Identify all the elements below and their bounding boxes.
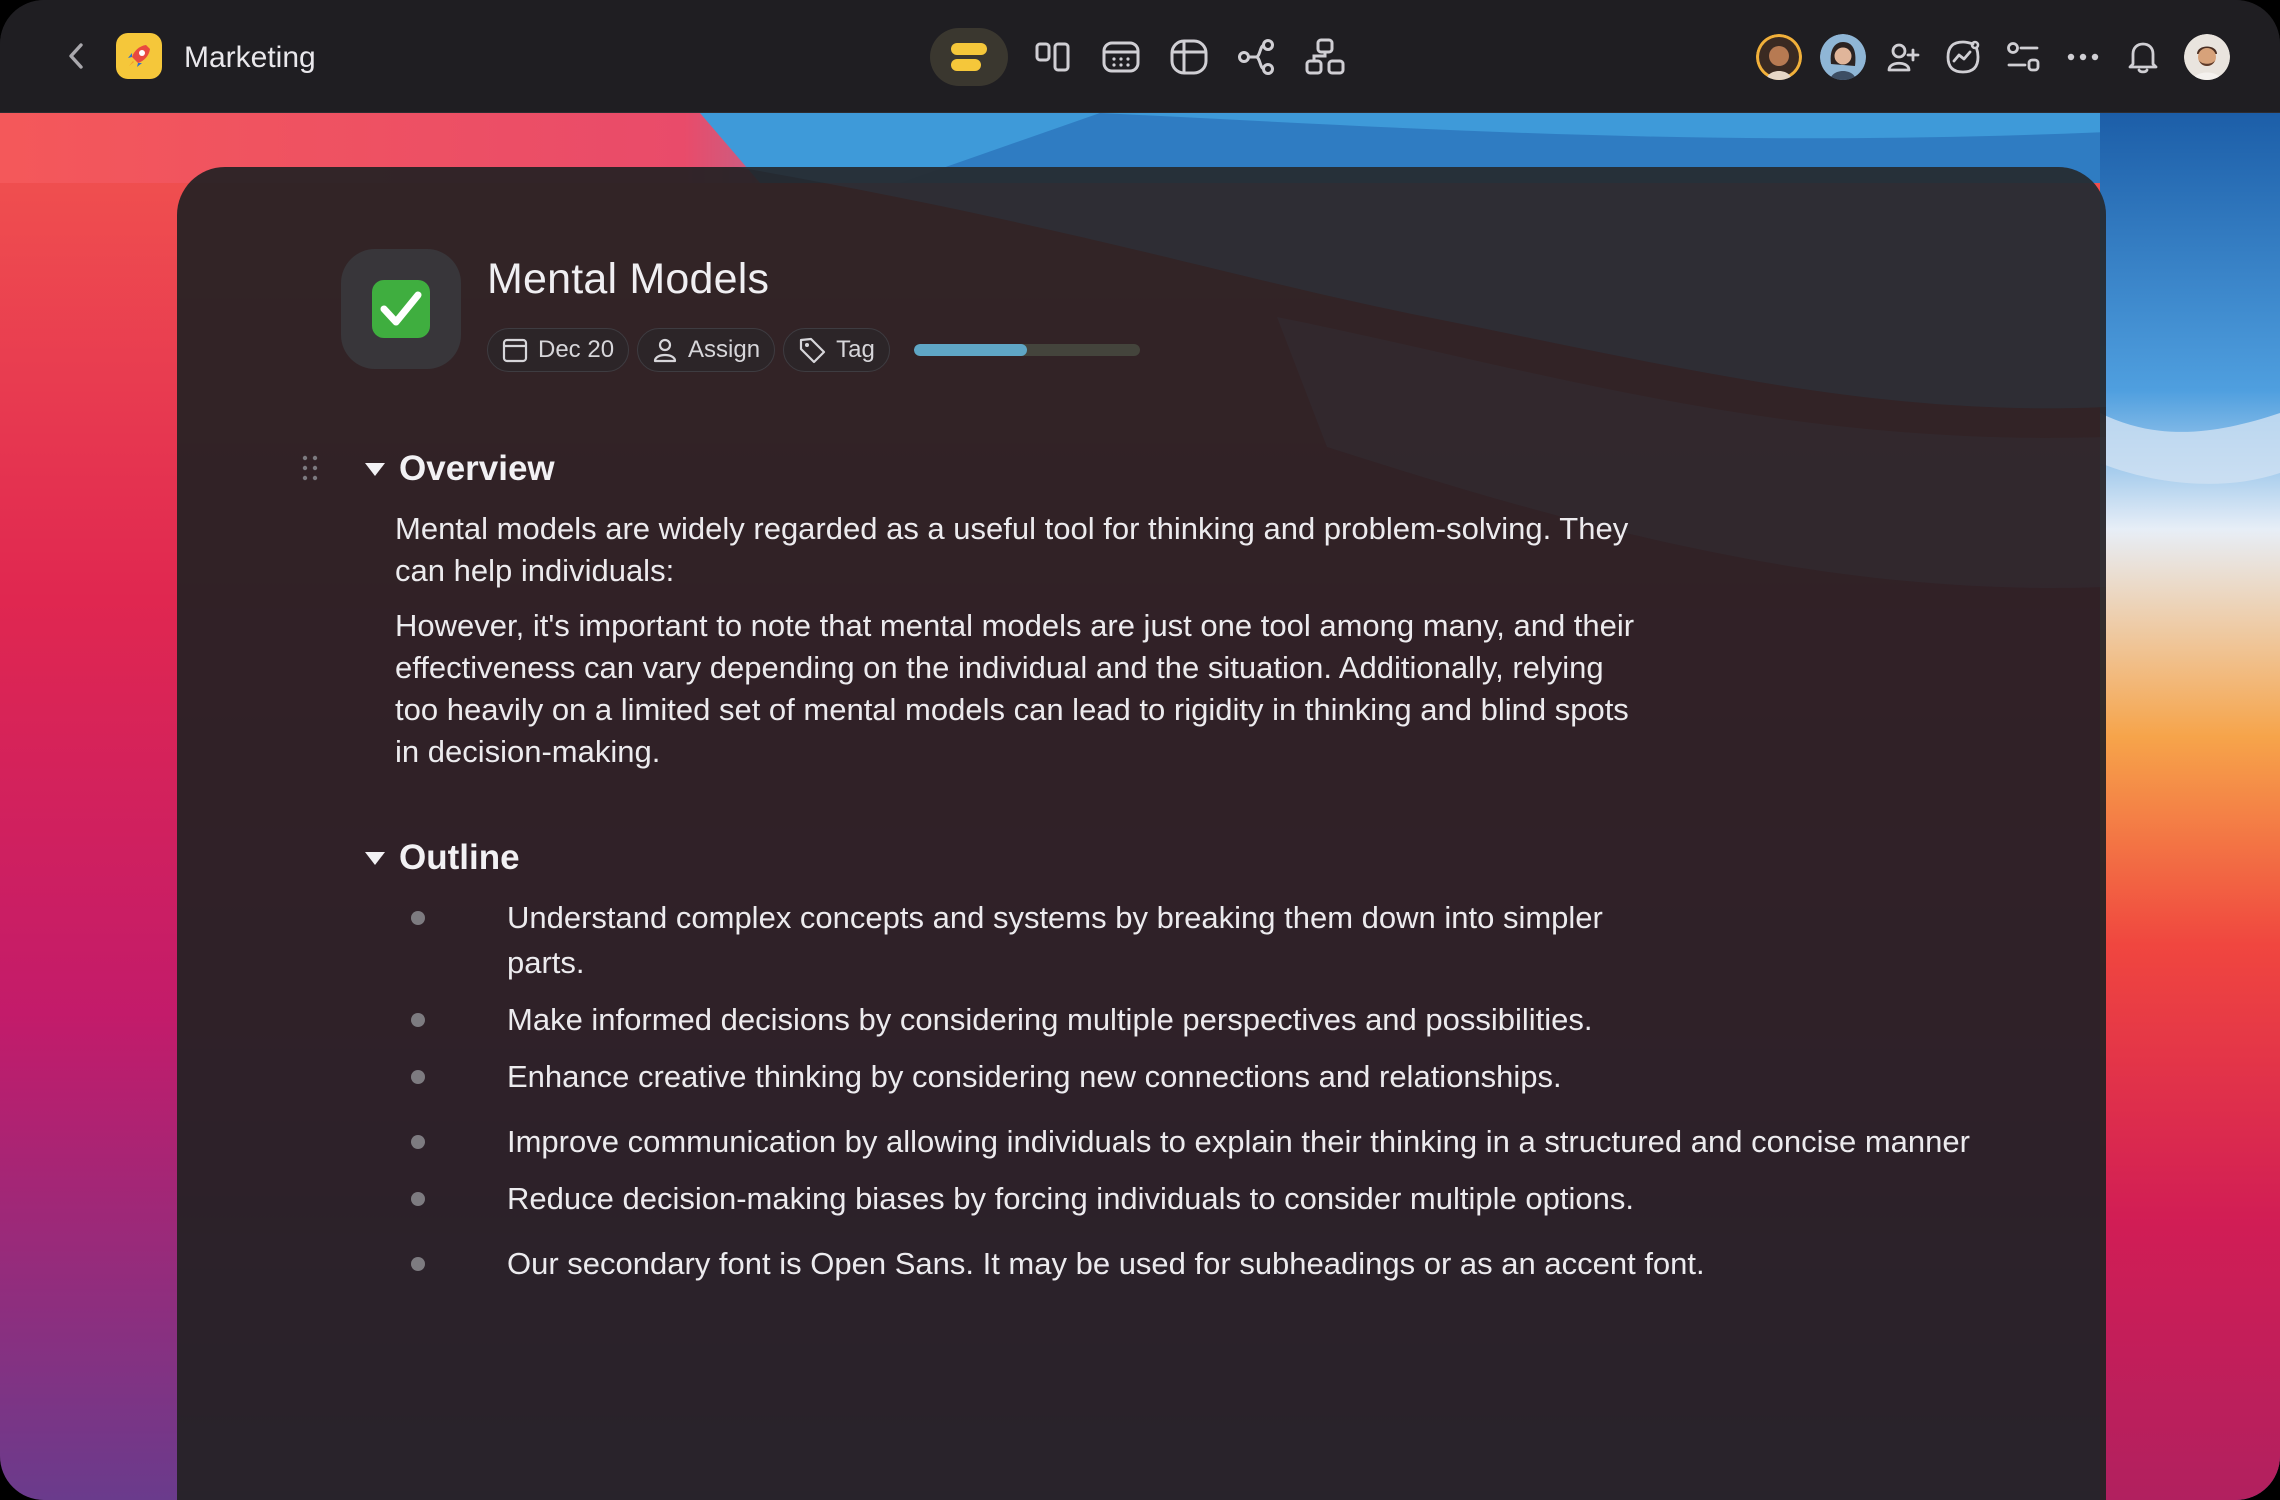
notification-bell-icon	[2128, 42, 2158, 74]
table-view-button[interactable]	[1158, 28, 1220, 86]
list-item[interactable]: Our secondary font is Open Sans. It may …	[411, 1241, 1807, 1286]
rocket-icon	[128, 45, 150, 67]
caret-down-icon	[365, 851, 385, 865]
list-item-text: Our secondary font is Open Sans. It may …	[507, 1246, 1705, 1281]
bullet-dot	[411, 1257, 425, 1271]
outline-list: Understand complex concepts and systems …	[411, 895, 2091, 1286]
table-view-icon	[1170, 39, 1208, 75]
avatar-1[interactable]	[1756, 34, 1802, 80]
check-mark-button-icon	[372, 280, 430, 338]
back-button[interactable]	[58, 36, 94, 76]
add-member-icon	[1887, 43, 1920, 72]
toolbar-right	[1738, 30, 2230, 84]
bullet-dot	[411, 1192, 425, 1206]
activity-icon	[1946, 40, 1980, 74]
list-view-icon	[951, 43, 987, 71]
document-meta: Dec 20 Assign Tag	[487, 327, 1140, 373]
avatar-2[interactable]	[1820, 34, 1866, 80]
overview-toggle[interactable]: Overview	[365, 443, 555, 495]
document-card: Mental Models Dec 20 Assign Tag Overview…	[177, 167, 2106, 1500]
due-date-chip[interactable]: Dec 20	[487, 328, 630, 372]
list-item[interactable]: Make informed decisions by considering m…	[411, 997, 1687, 1042]
top-toolbar: Marketing	[0, 0, 2280, 113]
list-item[interactable]: Understand complex concepts and systems …	[411, 895, 1687, 985]
bullet-dot	[411, 911, 425, 925]
tag-icon	[799, 337, 826, 364]
calendar-view-button[interactable]	[1090, 28, 1152, 86]
caret-down-icon	[365, 462, 385, 476]
tag-chip[interactable]: Tag	[783, 328, 890, 372]
mindmap-view-icon	[1238, 39, 1274, 75]
overview-paragraph-2[interactable]: However, it's important to note that men…	[395, 605, 1655, 773]
workspace-title: Marketing	[184, 41, 316, 74]
assign-chip[interactable]: Assign	[637, 328, 776, 372]
overview-paragraph-1[interactable]: Mental models are widely regarded as a u…	[395, 508, 1655, 592]
list-view-button[interactable]	[930, 28, 1008, 86]
person-icon	[653, 338, 677, 363]
board-view-icon	[1035, 42, 1070, 72]
progress-bar	[913, 344, 1140, 356]
mindmap-view-button[interactable]	[1226, 28, 1288, 86]
due-date-label: Dec 20	[538, 336, 615, 363]
org-view-button[interactable]	[1294, 28, 1356, 86]
calendar-icon	[502, 338, 528, 363]
filter-settings-button[interactable]	[2000, 34, 2046, 80]
activity-button[interactable]	[1940, 34, 1986, 80]
list-item[interactable]: Reduce decision-making biases by forcing…	[411, 1176, 2106, 1221]
document-icon-button[interactable]	[341, 249, 461, 369]
org-view-icon	[1305, 38, 1345, 75]
list-item-text: Enhance creative thinking by considering…	[507, 1059, 1562, 1094]
more-icon	[2067, 53, 2099, 61]
progress-fill	[913, 344, 1027, 356]
calendar-view-icon	[1102, 41, 1140, 73]
drag-grip-icon	[302, 455, 318, 481]
overview-heading: Overview	[399, 449, 555, 488]
outline-toggle[interactable]: Outline	[365, 832, 520, 884]
list-item-text: Reduce decision-making biases by forcing…	[507, 1181, 1634, 1216]
drag-handle[interactable]	[301, 454, 319, 482]
more-button[interactable]	[2060, 34, 2106, 80]
outline-heading: Outline	[399, 838, 520, 877]
bullet-dot	[411, 1135, 425, 1149]
list-item-text: Understand complex concepts and systems …	[507, 900, 1603, 980]
chevron-left-icon	[69, 43, 83, 69]
filter-settings-icon	[2007, 42, 2040, 72]
tag-label: Tag	[836, 336, 875, 363]
add-member-button[interactable]	[1880, 34, 1926, 80]
bullet-dot	[411, 1013, 425, 1027]
app-window: Marketing Mental Models Dec 20 Assign Ta…	[0, 0, 2280, 1500]
list-item[interactable]: Improve communication by allowing indivi…	[411, 1119, 2087, 1164]
workspace-icon[interactable]	[116, 33, 162, 79]
notifications-button[interactable]	[2120, 34, 2166, 80]
list-item-text: Improve communication by allowing indivi…	[507, 1124, 1970, 1159]
bullet-dot	[411, 1070, 425, 1084]
board-view-button[interactable]	[1022, 28, 1084, 86]
assign-label: Assign	[688, 336, 761, 363]
list-item-text: Make informed decisions by considering m…	[507, 1002, 1593, 1037]
document-title[interactable]: Mental Models	[487, 251, 769, 307]
view-switcher	[930, 28, 1362, 86]
user-avatar[interactable]	[2184, 34, 2230, 80]
list-item[interactable]: Enhance creative thinking by considering…	[411, 1054, 2106, 1099]
